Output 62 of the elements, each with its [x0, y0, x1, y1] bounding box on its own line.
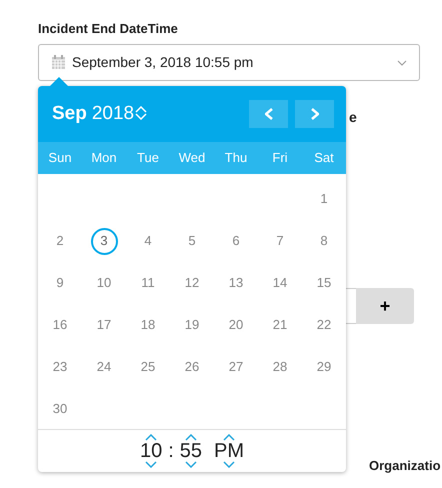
field-label: Incident End DateTime	[38, 20, 178, 38]
hour-up-button[interactable]	[145, 434, 158, 441]
day-cell[interactable]: 17	[90, 312, 118, 338]
day-cell[interactable]: 12	[178, 270, 206, 296]
day-cell[interactable]: 5	[178, 228, 206, 254]
day-cell[interactable]: 23	[46, 354, 74, 380]
weekday-label: Tue	[136, 149, 160, 168]
day-cell[interactable]: 11	[134, 270, 162, 296]
day-cell[interactable]: 19	[178, 312, 206, 338]
chevron-left-icon	[264, 108, 272, 120]
hour-value: 10	[140, 441, 162, 461]
chevron-right-icon	[310, 108, 318, 120]
weekday-label: Mon	[90, 149, 118, 168]
day-cell[interactable]: 8	[310, 228, 338, 254]
month-label: Sep	[52, 102, 87, 126]
previous-month-button[interactable]	[249, 100, 288, 128]
add-button[interactable]: +	[356, 288, 414, 324]
day-cell[interactable]: 25	[134, 354, 162, 380]
day-cell[interactable]: 27	[222, 354, 250, 380]
label-text: e	[349, 108, 357, 127]
day-cell[interactable]: 14	[266, 270, 294, 296]
day-cell[interactable]: 30	[46, 396, 74, 422]
day-cell[interactable]: 4	[134, 228, 162, 254]
weekday-label: Sun	[47, 149, 73, 168]
day-cell[interactable]: 2	[46, 228, 74, 254]
weekday-label: Sat	[313, 149, 335, 168]
hour-down-button[interactable]	[145, 461, 158, 468]
day-cell[interactable]: 9	[46, 270, 74, 296]
weekday-label: Thu	[224, 149, 248, 168]
year-label: 2018	[92, 102, 134, 126]
day-cell[interactable]: 28	[266, 354, 294, 380]
year-spinner[interactable]	[135, 106, 148, 120]
minute-value: 55	[180, 441, 202, 461]
date-time-field[interactable]: September 3, 2018 10:55 pm	[38, 44, 420, 81]
time-separator: :	[168, 439, 174, 464]
day-cell[interactable]: 29	[310, 354, 338, 380]
day-cell[interactable]: 20	[222, 312, 250, 338]
day-cell[interactable]: 22	[310, 312, 338, 338]
day-cell[interactable]: 24	[90, 354, 118, 380]
period-down-button[interactable]	[223, 461, 236, 468]
minute-up-button[interactable]	[184, 434, 197, 441]
day-cell[interactable]: 13	[222, 270, 250, 296]
day-cell[interactable]: 16	[46, 312, 74, 338]
day-cell[interactable]: 7	[266, 228, 294, 254]
day-cell[interactable]: 1	[310, 186, 338, 212]
dropdown-caret-icon	[397, 60, 407, 66]
day-cell[interactable]: 6	[222, 228, 250, 254]
day-cell[interactable]: 15	[310, 270, 338, 296]
weekday-label: Fri	[271, 149, 289, 168]
field-value: September 3, 2018 10:55 pm	[72, 53, 254, 72]
day-cell[interactable]: 21	[266, 312, 294, 338]
minute-down-button[interactable]	[184, 461, 197, 468]
next-month-button[interactable]	[295, 100, 334, 128]
weekday-label: Wed	[178, 149, 206, 168]
day-cell[interactable]: 18	[134, 312, 162, 338]
day-cell[interactable]: 26	[178, 354, 206, 380]
section-label: Organizatio	[369, 457, 441, 475]
calendar-icon	[51, 55, 66, 70]
day-cell[interactable]: 3	[90, 228, 118, 254]
period-up-button[interactable]	[223, 434, 236, 441]
day-cell[interactable]: 10	[90, 270, 118, 296]
period-value: PM	[214, 441, 244, 461]
